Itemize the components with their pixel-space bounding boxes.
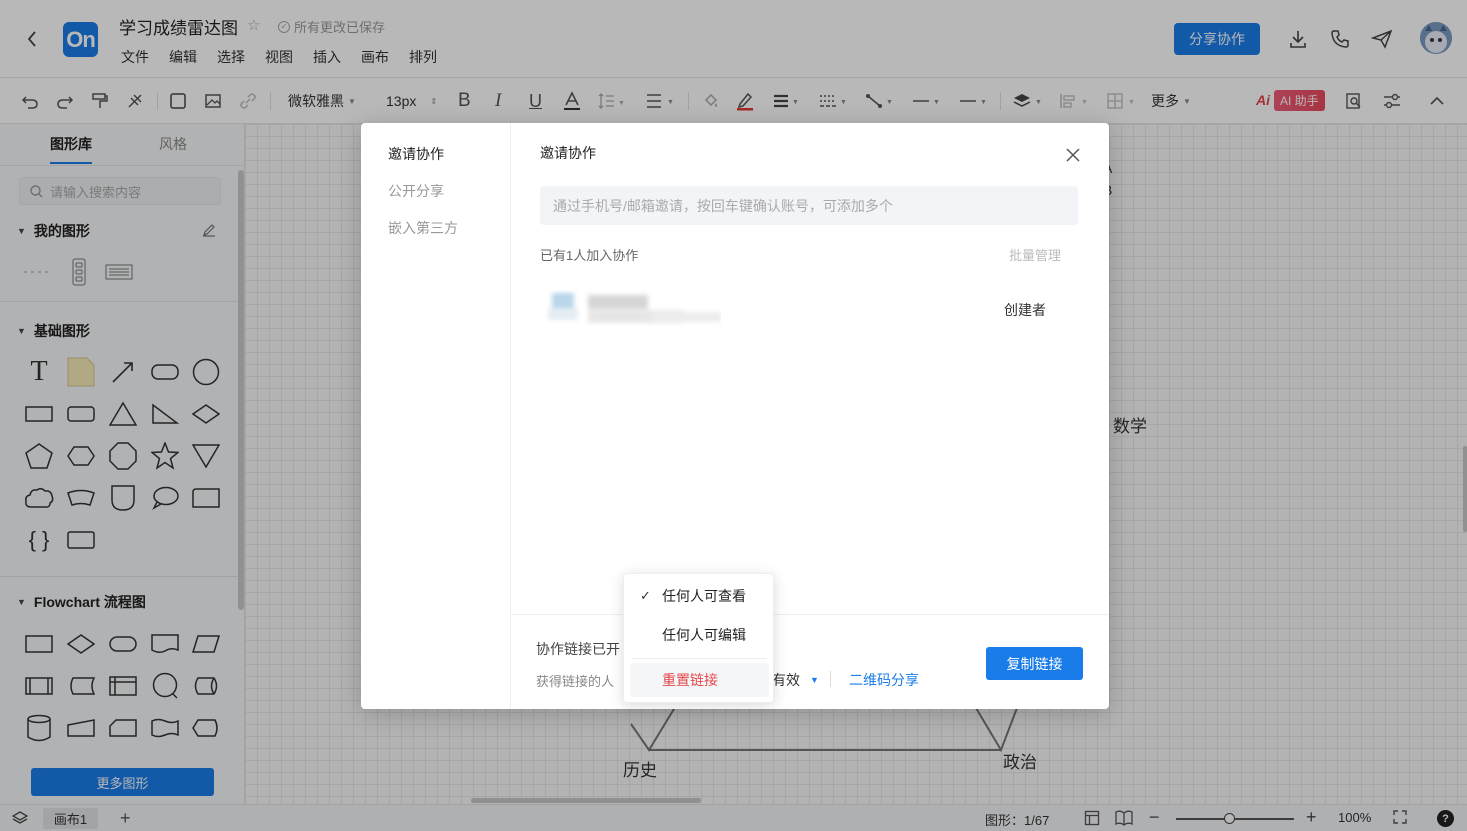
reset-link-option[interactable]: 重置链接 <box>630 663 769 697</box>
option-anyone-can-view-label: 任何人可查看 <box>662 588 746 604</box>
joined-count: 已有1人加入协作 <box>540 248 639 263</box>
dialog-title: 邀请协作 <box>540 145 596 161</box>
invite-input[interactable] <box>540 186 1078 225</box>
batch-manage-link[interactable]: 批量管理 <box>1009 245 1061 264</box>
caret-down-icon: ▼ <box>810 675 819 685</box>
check-icon: ✓ <box>640 588 651 603</box>
link-permission-label: 获得链接的人 <box>536 674 615 689</box>
option-anyone-can-edit[interactable]: 任何人可编辑 <box>624 619 775 651</box>
nav-invite-collab[interactable]: 邀请协作 <box>388 144 444 164</box>
link-status: 协作链接已开 <box>536 641 620 657</box>
member-role: 创建者 <box>1004 302 1046 318</box>
option-anyone-can-edit-label: 任何人可编辑 <box>662 627 746 643</box>
member-avatar-name-blurred <box>546 290 721 330</box>
option-anyone-can-view[interactable]: ✓ 任何人可查看 <box>624 580 775 612</box>
link-validity-select[interactable]: 有效 ▼ <box>772 670 819 690</box>
link-validity-value: 有效 <box>772 672 800 688</box>
qr-code-share-link[interactable]: 二维码分享 <box>849 670 919 690</box>
nav-embed-third-party[interactable]: 嵌入第三方 <box>388 218 458 238</box>
copy-link-button[interactable]: 复制链接 <box>986 647 1083 680</box>
link-permission-dropdown: ✓ 任何人可查看 任何人可编辑 重置链接 <box>623 573 774 703</box>
nav-public-share[interactable]: 公开分享 <box>388 181 444 201</box>
close-icon[interactable] <box>1063 145 1083 165</box>
share-dialog-nav: 邀请协作 公开分享 嵌入第三方 <box>361 123 511 709</box>
